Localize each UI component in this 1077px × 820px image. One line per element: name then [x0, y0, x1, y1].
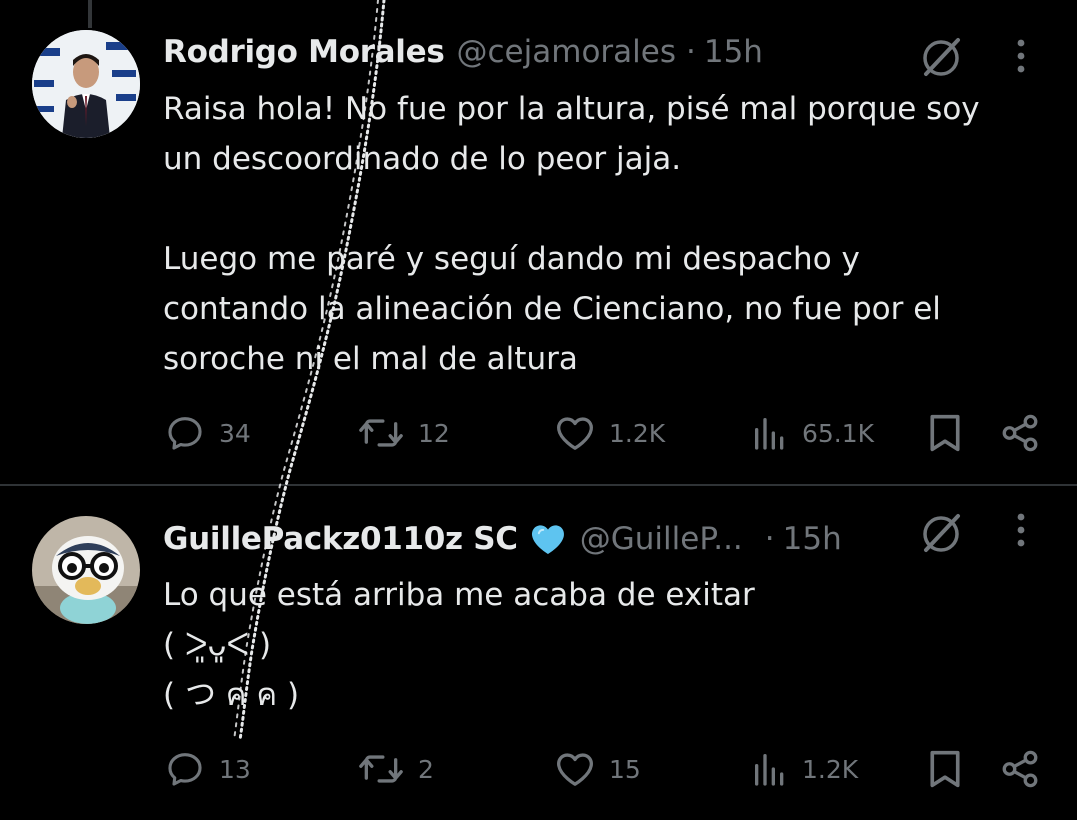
share-button[interactable]	[999, 408, 1041, 458]
reply-icon	[168, 417, 202, 450]
tweet-text: Lo que está arriba me acaba de exitar ( …	[163, 577, 755, 713]
tweet-text: Raisa hola! No fue por la altura, pisé m…	[163, 91, 980, 377]
heart-icon	[557, 753, 593, 786]
like-button[interactable]: 1.2K	[553, 408, 665, 458]
view-count: 1.2K	[802, 754, 859, 784]
more-options-icon[interactable]	[1006, 36, 1036, 76]
repost-count: 2	[418, 754, 434, 784]
grok-icon[interactable]	[918, 510, 964, 556]
tweet-header: GuillePackz0110z SC @GuilleP... · 15h	[163, 519, 842, 559]
repost-icon	[359, 419, 403, 447]
repost-icon	[359, 755, 403, 783]
repost-count: 12	[418, 418, 450, 448]
bookmark-icon	[930, 750, 960, 788]
display-name[interactable]: Rodrigo Morales	[163, 34, 445, 70]
display-name[interactable]: GuillePackz0110z SC	[163, 521, 518, 557]
bookmark-button[interactable]	[925, 744, 965, 794]
blue-heart-icon	[528, 519, 568, 559]
reply-count: 13	[219, 754, 251, 784]
reply-button[interactable]: 13	[163, 744, 251, 794]
grok-icon[interactable]	[918, 34, 964, 80]
reply-icon	[168, 753, 202, 786]
heart-icon	[557, 417, 593, 450]
separator-dot: ·	[685, 34, 696, 70]
avatar[interactable]	[32, 516, 140, 624]
separator-dot: ·	[764, 521, 775, 557]
bookmark-icon	[930, 414, 960, 452]
share-button[interactable]	[999, 744, 1041, 794]
tweet-header: Rodrigo Morales @cejamorales · 15h	[163, 32, 763, 72]
tweet-divider	[0, 484, 1077, 486]
repost-button[interactable]: 2	[356, 744, 434, 794]
timestamp[interactable]: 15h	[783, 521, 842, 557]
reply-count: 34	[219, 418, 251, 448]
views-chart-icon	[755, 754, 784, 786]
views-chart-icon	[755, 418, 784, 450]
bookmark-button[interactable]	[925, 408, 965, 458]
repost-button[interactable]: 12	[356, 408, 450, 458]
action-bar: 13 2 15 1.2K	[0, 744, 1077, 794]
views-button[interactable]: 65.1K	[750, 408, 874, 458]
timestamp[interactable]: 15h	[704, 34, 763, 70]
more-options-icon[interactable]	[1006, 510, 1036, 550]
reply-button[interactable]: 34	[163, 408, 251, 458]
like-count: 1.2K	[609, 418, 666, 448]
avatar[interactable]	[32, 30, 140, 138]
like-count: 15	[609, 754, 641, 784]
share-icon	[1002, 414, 1038, 452]
tweet[interactable]: GuillePackz0110z SC @GuilleP... · 15h Lo…	[0, 488, 1077, 820]
action-bar: 34 12 1.2K 65.1K	[0, 408, 1077, 458]
tweet[interactable]: Rodrigo Morales @cejamorales · 15h Raisa…	[0, 0, 1077, 484]
user-handle[interactable]: @cejamorales	[457, 34, 676, 70]
share-icon	[1002, 750, 1038, 788]
user-handle[interactable]: @GuilleP...	[580, 521, 743, 557]
view-count: 65.1K	[802, 418, 875, 448]
views-button[interactable]: 1.2K	[750, 744, 858, 794]
like-button[interactable]: 15	[553, 744, 641, 794]
